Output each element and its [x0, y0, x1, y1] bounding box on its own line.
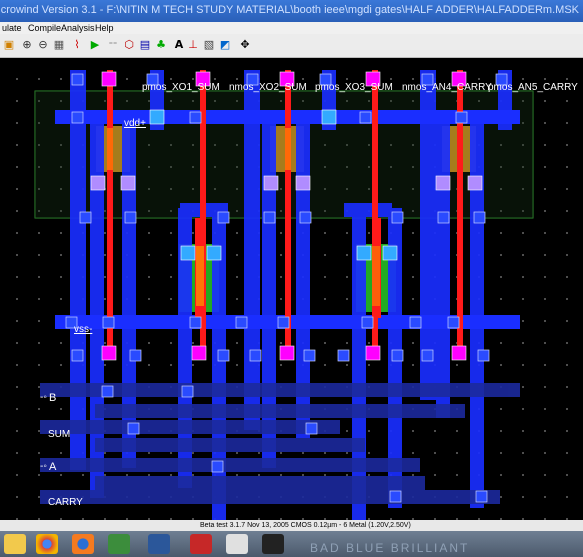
label-vdd: vdd+: [124, 118, 146, 129]
acrobat-icon[interactable]: [190, 534, 212, 554]
measure-icon[interactable]: ⌇: [70, 38, 84, 52]
taskbar: BAD BLUE BRILLIANT: [0, 531, 583, 557]
label-sum: SUM: [48, 429, 71, 440]
label-b-marker: -◦: [40, 392, 47, 403]
layout-drawing: [34, 70, 534, 520]
label-pmos-an5: pmos_AN5_CARRY: [488, 82, 578, 93]
menu-simulate[interactable]: ulate: [2, 22, 22, 34]
label-b: B: [49, 392, 57, 404]
word-icon[interactable]: [148, 534, 170, 554]
ie-icon[interactable]: [4, 534, 26, 554]
menu-compile[interactable]: Compile: [28, 22, 61, 34]
dsch-icon[interactable]: [262, 534, 284, 554]
run-icon[interactable]: ▶: [88, 38, 102, 52]
microwind-window: Microwind Version 3.1 - F:\NITIN M TECH …: [0, 0, 583, 557]
calc-icon[interactable]: [108, 534, 130, 554]
label-nmos-xo2: nmos_XO2_SUM: [229, 82, 307, 93]
label-pmos-xo1: pmos_XO1_SUM: [142, 82, 220, 93]
layers-icon[interactable]: ⁼⁼: [106, 38, 120, 52]
microwind-icon[interactable]: [226, 534, 248, 554]
move-icon[interactable]: ✥: [238, 38, 252, 52]
palette-icon[interactable]: ▧: [202, 38, 216, 52]
label-nmos-an4: nmos_AN4_CARRY: [402, 82, 492, 93]
drc-icon[interactable]: ⊥: [186, 38, 200, 52]
cut-icon[interactable]: ♣: [154, 38, 168, 52]
label-pmos-xo3: pmos_XO3_SUM: [315, 82, 393, 93]
poly-ndiff-overlap-2: [372, 246, 380, 306]
label-a: A: [49, 461, 57, 473]
toolbar: ▣ ⊕ ⊖ ▦ ⌇ ▶ ⁼⁼ ⬡ ▤ ♣ A ⊥ ▧ ◩ ✥: [0, 34, 583, 58]
layout-canvas[interactable]: pmos_XO1_SUM nmos_XO2_SUM pmos_XO3_SUM n…: [0, 58, 583, 520]
menu-help[interactable]: Help: [95, 22, 114, 34]
open-icon[interactable]: ▣: [2, 38, 16, 52]
window-title: Microwind Version 3.1 - F:\NITIN M TECH …: [0, 4, 579, 16]
connect-icon[interactable]: ⬡: [122, 38, 136, 52]
firefox-icon[interactable]: [72, 534, 94, 554]
grid-icon[interactable]: ▤: [138, 38, 152, 52]
label-a-marker: -◦: [40, 461, 47, 472]
poly-pdiff-overlap-2: [285, 128, 291, 170]
status-bar: Beta test 3.1.7 Nov 13, 2005 CMOS 0.12µm…: [0, 520, 583, 531]
poly-ndiff-overlap-1: [196, 246, 204, 306]
zoom-in-icon[interactable]: ⊕: [20, 38, 34, 52]
label-vss: vss-: [74, 324, 93, 335]
title-bar: Microwind Version 3.1 - F:\NITIN M TECH …: [0, 0, 583, 22]
color-icon[interactable]: ◩: [218, 38, 232, 52]
text-icon[interactable]: A: [172, 38, 186, 52]
chrome-icon[interactable]: [36, 534, 58, 554]
menu-bar: ulate Compile Analysis Help: [0, 22, 583, 34]
poly-pdiff-overlap-1: [107, 128, 113, 170]
label-carry: CARRY: [48, 497, 83, 508]
zoom-out-icon[interactable]: ⊖: [36, 38, 50, 52]
wallpaper-text: BAD BLUE BRILLIANT: [310, 541, 470, 555]
view-icon[interactable]: ▦: [52, 38, 66, 52]
status-text: Beta test 3.1.7 Nov 13, 2005 CMOS 0.12µm…: [200, 522, 411, 529]
menu-analysis[interactable]: Analysis: [61, 22, 95, 34]
